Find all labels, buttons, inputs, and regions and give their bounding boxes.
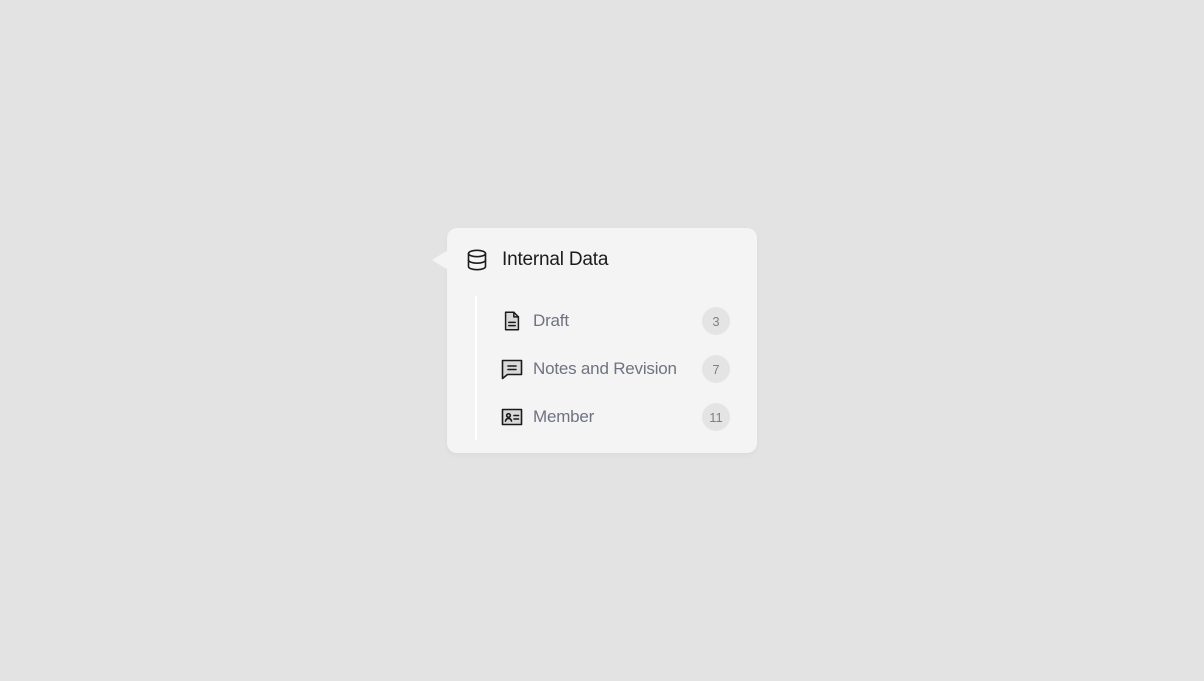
- document-icon: [500, 309, 524, 333]
- list-item-label: Member: [533, 407, 595, 426]
- count-badge: 7: [702, 355, 730, 383]
- count-badge: 3: [702, 307, 730, 335]
- count-badge: 11: [702, 403, 730, 431]
- popover-header[interactable]: Internal Data: [465, 246, 608, 274]
- tree-connector-line: [475, 296, 477, 440]
- popover-pointer: [432, 250, 448, 270]
- internal-data-popover: Internal Data Draft 3 Notes and Revision…: [432, 228, 757, 453]
- list-item-draft[interactable]: Draft 3: [500, 297, 732, 345]
- id-card-icon: [500, 405, 524, 429]
- popover-title: Internal Data: [502, 249, 609, 270]
- chat-message-icon: [500, 357, 524, 381]
- list-item-label: Notes and Revision: [533, 359, 677, 378]
- database-icon: [465, 248, 489, 272]
- popover-item-list: Draft 3 Notes and Revision 7 Member 11: [500, 297, 732, 441]
- list-item-member[interactable]: Member 11: [500, 393, 732, 441]
- list-item-label: Draft: [533, 311, 569, 330]
- list-item-notes-and-revision[interactable]: Notes and Revision 7: [500, 345, 732, 393]
